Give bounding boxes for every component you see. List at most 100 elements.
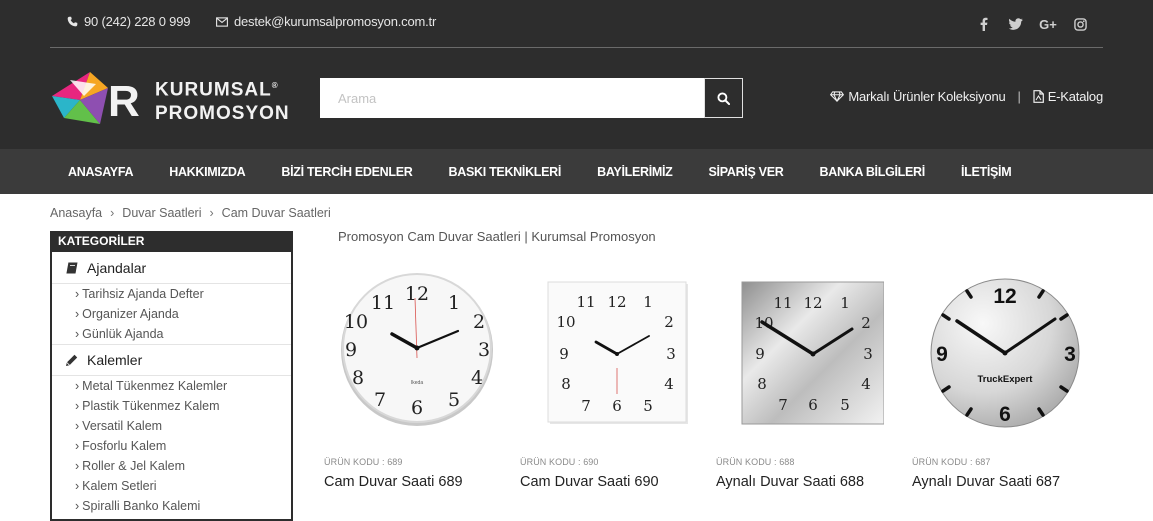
brands-collection-link[interactable]: Markalı Ürünler Koleksiyonu [830, 89, 1006, 104]
product-image: 12 3 6 9 TruckExpert [912, 268, 1098, 438]
chevron-right-icon: › [75, 479, 80, 493]
nav-item-contact[interactable]: İLETİŞİM [943, 149, 1029, 194]
subcategory-plastic-ballpoint[interactable]: › Plastik Tükenmez Kalem [52, 396, 291, 416]
svg-text:4: 4 [471, 367, 483, 389]
svg-text:1: 1 [448, 292, 460, 314]
svg-text:7: 7 [581, 397, 591, 415]
subcategory-roller-gel[interactable]: › Roller & Jel Kalem [52, 456, 291, 476]
chevron-right-icon: › [75, 379, 80, 393]
brands-collection-label: Markalı Ürünler Koleksiyonu [848, 89, 1006, 104]
site-logo[interactable]: R KURUMSAL® PROMOSYON [50, 70, 289, 126]
chevron-right-icon: › [75, 307, 80, 321]
category-pens[interactable]: Kalemler [52, 344, 291, 376]
subcategory-metal-ballpoint[interactable]: › Metal Tükenmez Kalemler [52, 376, 291, 396]
search-button[interactable] [704, 78, 743, 118]
nav-item-references[interactable]: BİZİ TERCİH EDENLER [263, 149, 430, 194]
category-agendas[interactable]: Ajandalar [52, 252, 291, 284]
site-header: 90 (242) 228 0 999 destek@kurumsalpromos… [0, 0, 1153, 149]
svg-text:1: 1 [840, 294, 850, 312]
svg-text:R: R [108, 77, 140, 126]
subcategory-label: Kalem Setleri [82, 479, 157, 493]
pdf-file-icon [1033, 90, 1044, 103]
search-input[interactable] [320, 78, 704, 118]
svg-text:12: 12 [607, 293, 626, 311]
search-form [320, 78, 743, 118]
top-bar: 90 (242) 228 0 999 destek@kurumsalpromos… [50, 0, 1103, 48]
chevron-right-icon: › [75, 419, 80, 433]
subcategory-pen-sets[interactable]: › Kalem Setleri [52, 476, 291, 496]
chevron-right-icon: › [75, 287, 80, 301]
breadcrumb-home[interactable]: Anasayfa [50, 206, 102, 220]
header-links: Markalı Ürünler Koleksiyonu | E-Katalog [830, 89, 1103, 104]
subcategory-label: Spiralli Banko Kalemi [82, 499, 201, 513]
nav-item-about[interactable]: HAKKIMIZDA [151, 149, 263, 194]
svg-text:7: 7 [374, 389, 386, 411]
facebook-icon[interactable] [968, 15, 1000, 33]
subcategory-organizer-agenda[interactable]: › Organizer Ajanda [52, 304, 291, 324]
product-image: 1212 345 678 91011 [520, 268, 706, 438]
instagram-icon[interactable] [1064, 15, 1096, 33]
svg-text:3: 3 [666, 345, 676, 363]
subcategory-label: Roller & Jel Kalem [82, 459, 185, 473]
subcategory-desk-pen[interactable]: › Spiralli Banko Kalemi [52, 496, 291, 516]
product-card[interactable]: 1212 345 678 91011 ÜRÜN KODU : 688 Aynal… [716, 268, 902, 490]
social-links: G+ [968, 15, 1096, 33]
email-address: destek@kurumsalpromosyon.com.tr [234, 14, 437, 29]
header-link-separator: | [1017, 89, 1021, 104]
svg-text:6: 6 [612, 397, 622, 415]
svg-text:8: 8 [561, 375, 571, 393]
svg-text:6: 6 [808, 396, 818, 414]
logo-mark-icon: R [52, 72, 140, 126]
nav-item-dealers[interactable]: BAYİLERİMİZ [579, 149, 690, 194]
svg-text:12: 12 [993, 285, 1016, 308]
product-image: 1212 345 678 91011 [716, 268, 902, 438]
product-code: ÜRÜN KODU : 687 [912, 457, 991, 467]
svg-text:2: 2 [861, 314, 871, 332]
page-title: Promosyon Cam Duvar Saatleri | Kurumsal … [338, 229, 656, 244]
subcategory-daily-agenda[interactable]: › Günlük Ajanda [52, 324, 291, 344]
product-card[interactable]: 12 3 6 9 TruckExpert ÜRÜN KODU : 687 Aynalı… [912, 268, 1098, 490]
e-catalog-link[interactable]: E-Katalog [1033, 89, 1103, 104]
email-link[interactable]: destek@kurumsalpromosyon.com.tr [216, 14, 436, 29]
nav-item-home[interactable]: ANASAYFA [50, 149, 151, 194]
category-pens-label: Kalemler [87, 352, 143, 368]
nav-item-bank-info[interactable]: BANKA BİLGİLERİ [801, 149, 942, 194]
svg-text:11: 11 [576, 293, 595, 311]
svg-text:10: 10 [344, 311, 368, 333]
svg-text:12: 12 [405, 283, 429, 305]
svg-text:9: 9 [345, 339, 357, 361]
main-nav: ANASAYFA HAKKIMIZDA BİZİ TERCİH EDENLER … [0, 149, 1153, 194]
svg-text:8: 8 [352, 367, 364, 389]
product-card[interactable]: 12 1 2 3 45 6 78 9 10 11 Ikeda ÜRÜN KODU : 689… [324, 268, 510, 490]
nav-item-print-techniques[interactable]: BASKI TEKNİKLERİ [431, 149, 580, 194]
svg-text:9: 9 [936, 343, 948, 366]
product-image: 12 1 2 3 45 6 78 9 10 11 Ikeda [324, 268, 510, 438]
e-catalog-label: E-Katalog [1047, 89, 1103, 104]
svg-text:10: 10 [556, 313, 575, 331]
subcategory-highlighter[interactable]: › Fosforlu Kalem [52, 436, 291, 456]
product-code: ÜRÜN KODU : 688 [716, 457, 795, 467]
phone-link[interactable]: 90 (242) 228 0 999 [67, 14, 190, 29]
product-card[interactable]: 12 1 2 3 45 6 78 9 10 11 ÜRÜN KODU : 690 Cam D… [520, 268, 706, 490]
svg-text:3: 3 [863, 345, 873, 363]
subcategory-label: Organizer Ajanda [82, 307, 179, 321]
svg-text:9: 9 [755, 345, 765, 363]
breadcrumb-wall-clocks[interactable]: Duvar Saatleri [122, 206, 201, 220]
svg-text:9: 9 [559, 345, 569, 363]
twitter-icon[interactable] [1000, 15, 1032, 33]
svg-text:11: 11 [371, 292, 395, 314]
subcategory-label: Günlük Ajanda [82, 327, 164, 341]
nav-item-order[interactable]: SİPARİŞ VER [691, 149, 802, 194]
subcategory-mechanical-pencil[interactable]: › Versatil Kalem [52, 416, 291, 436]
svg-text:5: 5 [643, 397, 653, 415]
subcategory-undated-agenda[interactable]: › Tarihsiz Ajanda Defter [52, 284, 291, 304]
svg-text:Ikeda: Ikeda [411, 380, 423, 386]
google-plus-icon[interactable]: G+ [1032, 15, 1064, 33]
clock-brand-text: TruckExpert [978, 374, 1034, 385]
svg-text:4: 4 [664, 375, 674, 393]
product-code: ÜRÜN KODU : 690 [520, 457, 599, 467]
svg-text:6: 6 [999, 403, 1011, 426]
chevron-right-icon: › [110, 206, 115, 220]
search-icon [717, 91, 730, 105]
svg-text:1: 1 [643, 293, 653, 311]
